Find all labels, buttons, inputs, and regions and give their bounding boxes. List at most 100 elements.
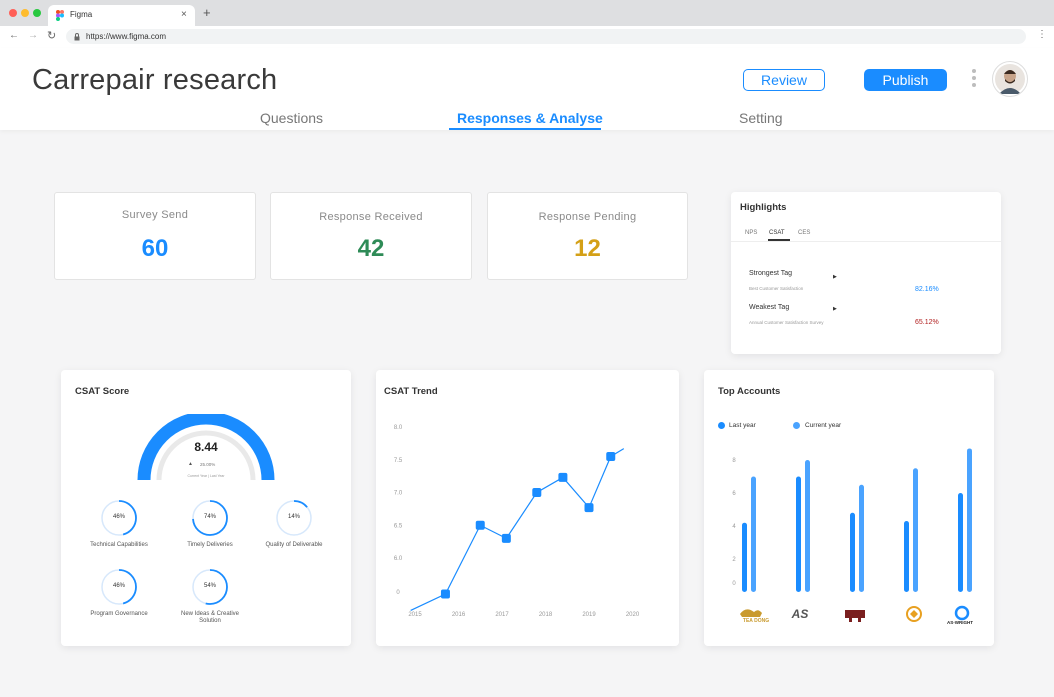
tab-questions[interactable]: Questions [260, 110, 323, 126]
tab-title: Figma [70, 10, 93, 19]
bar [904, 521, 909, 592]
new-tab-button[interactable]: + [203, 5, 211, 20]
x-tick-label: 2015 [408, 612, 422, 618]
app-header: Carrepair research Review Publish Questi… [0, 48, 1054, 130]
tab-nps[interactable]: NPS [745, 230, 757, 236]
trend-point [606, 451, 616, 461]
address-bar: ← → ↻ https://www.figma.com ⋮ [0, 26, 1054, 49]
browser-menu-icon[interactable]: ⋮ [1037, 29, 1047, 40]
bar [913, 468, 918, 592]
browser-tabbar: Figma × + [0, 0, 1054, 26]
url-field[interactable]: https://www.figma.com [66, 29, 1026, 44]
y-tick-label: 6.0 [394, 556, 403, 562]
as-logo-icon: AS [791, 607, 809, 621]
csat-change: 25.00% [200, 462, 216, 467]
tab-csat[interactable]: CSAT [769, 230, 785, 236]
bison-logo-icon [845, 610, 865, 622]
lock-icon [74, 33, 80, 41]
x-tick-label: 2016 [452, 612, 466, 618]
x-tick-label: 2019 [582, 612, 596, 618]
progress-value: 46% [112, 514, 125, 520]
caret-right-icon[interactable]: ▶ [833, 274, 837, 280]
maximize-window-icon[interactable] [33, 9, 41, 17]
stat-value: 60 [141, 235, 169, 262]
tab-ces[interactable]: CES [798, 230, 810, 236]
highlight-label: Strongest Tag [749, 270, 793, 277]
minimize-window-icon[interactable] [21, 9, 29, 17]
url-text: https://www.figma.com [86, 32, 167, 41]
progress-label: New Ideas & Creative Solution [180, 611, 240, 624]
stat-label: Response Pending [538, 211, 637, 223]
csat-score-value: 8.44 [194, 440, 218, 454]
x-tick-label: 2017 [495, 612, 509, 618]
x-tick-label: 2020 [626, 612, 640, 618]
active-tab-indicator [449, 128, 601, 130]
progress-value: 14% [287, 514, 300, 520]
reload-icon[interactable]: ↻ [47, 29, 56, 42]
highlights-title: Highlights [740, 202, 787, 213]
figma-logo-icon [56, 10, 64, 21]
back-arrow-icon[interactable]: ← [9, 30, 19, 41]
csat-trend-panel: CSAT Trend 0 6.0 6.5 7.0 7.5 8.0 2015 2016 2017 2… [376, 370, 679, 646]
divider [731, 241, 1001, 242]
up-triangle-icon: ▲ [188, 461, 193, 467]
highlights-panel: Highlights NPS CSAT CES Strongest Tag ▶ … [731, 192, 1001, 354]
top-accounts-panel: Top Accounts Last year Current year 0246… [704, 370, 994, 646]
bar [796, 476, 801, 592]
csat-score-title: CSAT Score [75, 386, 130, 397]
trend-line [410, 448, 625, 611]
bar [967, 448, 972, 592]
progress-value: 74% [203, 514, 216, 520]
bar [859, 484, 864, 592]
csat-trend-chart: 0 6.0 6.5 7.0 7.5 8.0 2015 2016 2017 2018 2019 2020 [394, 425, 640, 618]
trend-point [440, 589, 450, 599]
progress-label: Technical Capabilities [90, 542, 148, 548]
trend-point [475, 520, 485, 530]
more-options-icon[interactable] [972, 69, 978, 93]
y-tick-label: 6 [732, 491, 736, 497]
close-window-icon[interactable] [9, 9, 17, 17]
stat-card-survey-send: Survey Send 60 [54, 192, 256, 280]
y-tick-label: 0 [396, 590, 400, 596]
progress-label: Program Governance [90, 611, 148, 617]
top-accounts-chart: 0 2 4 6 8 AS [732, 448, 972, 622]
progress-label: Quality of Deliverable [265, 542, 323, 548]
forward-arrow-icon[interactable]: → [28, 30, 38, 41]
tea-dong-logo-icon [740, 609, 762, 617]
caret-right-icon[interactable]: ▶ [833, 306, 837, 312]
trend-point [501, 533, 511, 543]
highlight-value: 65.12% [915, 319, 939, 326]
stat-label: Survey Send [121, 209, 189, 221]
csat-score-panel: CSAT Score 8.44 ▲ 25.00% Current Year | … [61, 370, 351, 646]
account-logo-label: TEA DONG [742, 618, 770, 624]
bar [850, 512, 855, 592]
stat-value: 42 [357, 235, 385, 262]
y-tick-label: 4 [732, 524, 736, 530]
as-wright-logo-icon [954, 605, 970, 621]
y-tick-label: 7.0 [394, 491, 403, 497]
gauge-caption: Current Year | Last Year [187, 474, 225, 478]
highlight-label: Weakest Tag [749, 304, 790, 311]
account-logo-label: AS-WRIGHT [947, 620, 973, 625]
bar [958, 493, 963, 592]
page-title: Carrepair research [32, 64, 278, 96]
review-button[interactable]: Review [743, 69, 825, 91]
bar [742, 522, 747, 592]
trend-point [584, 503, 594, 513]
trend-point [532, 488, 542, 497]
tab-setting[interactable]: Setting [739, 110, 783, 126]
browser-tab[interactable]: Figma × [48, 5, 195, 26]
progress-value: 46% [112, 583, 125, 589]
tab-close-icon[interactable]: × [181, 9, 187, 20]
y-tick-label: 7.5 [394, 458, 403, 464]
y-tick-label: 8 [732, 458, 736, 464]
tab-responses-analyse[interactable]: Responses & Analyse [457, 110, 603, 126]
avatar[interactable] [992, 61, 1028, 97]
bar [751, 476, 756, 592]
stat-value: 12 [574, 235, 601, 262]
progress-value: 54% [203, 583, 216, 589]
trend-point [558, 472, 568, 482]
y-tick-label: 8.0 [394, 425, 403, 431]
publish-button[interactable]: Publish [864, 69, 947, 91]
y-tick-label: 6.5 [394, 523, 403, 529]
